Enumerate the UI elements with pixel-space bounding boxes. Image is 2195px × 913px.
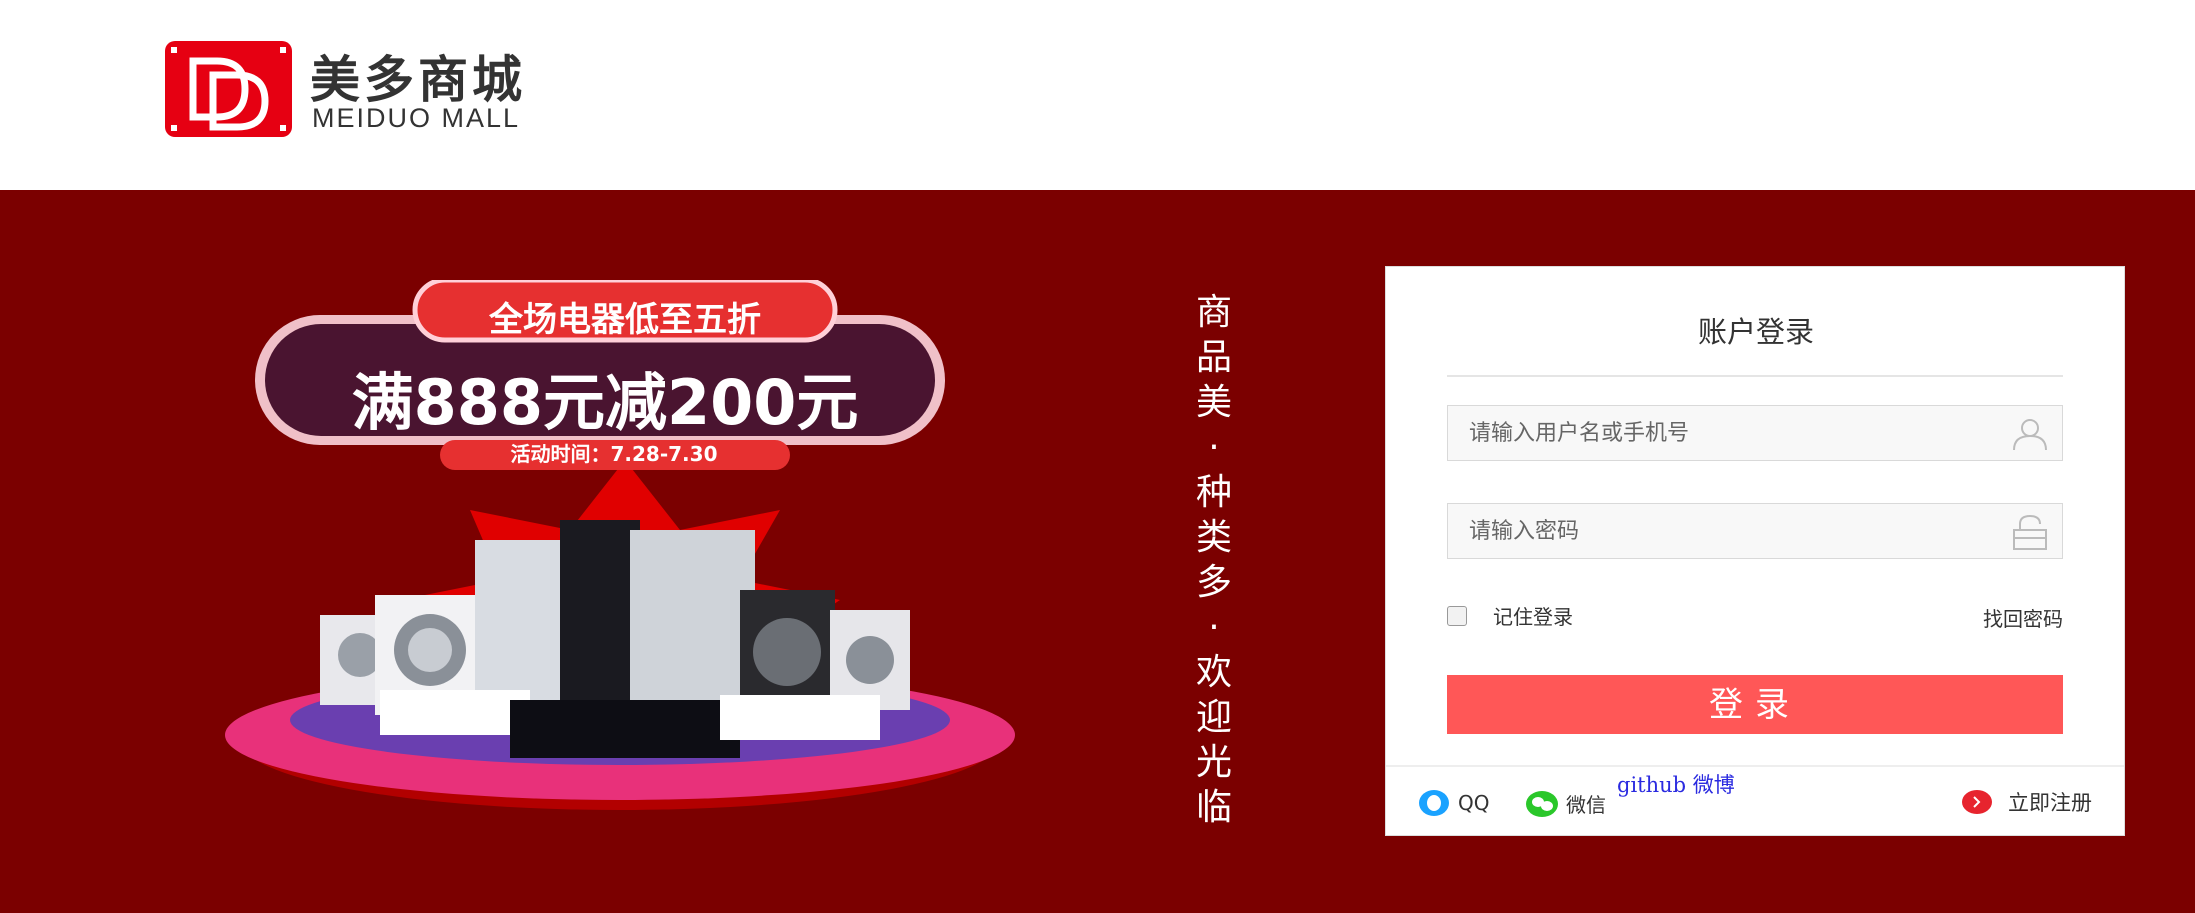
slogan-char: · — [1208, 607, 1220, 648]
site-header: 美多商城 MEIDUO MALL — [0, 0, 2195, 190]
wechat-login-link[interactable]: 微信 — [1526, 789, 1606, 818]
slogan-char: 商 — [1195, 292, 1232, 333]
logo-subtitle: MEIDUO MALL — [312, 103, 521, 133]
password-input[interactable] — [1448, 504, 2008, 558]
slogan-char: 光 — [1195, 742, 1232, 783]
slogan-char: 种 — [1195, 472, 1232, 513]
slogan-vertical: 商 品 美 · 种 类 多 · 欢 迎 光 临 — [1192, 290, 1236, 830]
login-panel: 账户登录 记住登录 找回密码 登录 QQ — [1385, 266, 2125, 836]
register-link[interactable]: 立即注册 — [1962, 787, 2092, 817]
remember-checkbox[interactable] — [1447, 605, 1467, 626]
username-input[interactable] — [1448, 406, 2008, 460]
divider — [1386, 765, 2124, 767]
slogan-char: 欢 — [1195, 652, 1232, 693]
slogan-char: 类 — [1195, 517, 1232, 558]
promo-date-text: 活动时间：7.28-7.30 — [510, 442, 718, 466]
promo-main-text: 满888元减200元 — [351, 366, 859, 439]
github-weibo-link[interactable]: github 微博 — [1617, 769, 1735, 799]
qq-label[interactable]: QQ — [1458, 791, 1489, 815]
password-field[interactable] — [1447, 503, 2063, 559]
wechat-label[interactable]: 微信 — [1566, 789, 1606, 818]
slogan-char: 品 — [1195, 337, 1232, 378]
logo-icon[interactable] — [165, 41, 292, 137]
slogan-char: 迎 — [1195, 697, 1232, 738]
qq-icon — [1419, 790, 1449, 816]
logo-title: 美多商城 — [310, 51, 526, 109]
slogan-char: 临 — [1195, 787, 1232, 828]
remember-login[interactable]: 记住登录 — [1447, 601, 1573, 630]
qq-login-link[interactable]: QQ — [1418, 789, 1489, 817]
arrow-right-icon — [1962, 790, 1992, 814]
username-field[interactable] — [1447, 405, 2063, 461]
promo-banner-image[interactable]: 全场电器低至五折 满888元减200元 活动时间：7.28-7.30 — [220, 280, 1050, 820]
register-label[interactable]: 立即注册 — [2008, 787, 2092, 817]
login-title: 账户登录 — [1697, 315, 1814, 349]
promo-top-text: 全场电器低至五折 — [489, 300, 761, 340]
slogan-char: · — [1208, 427, 1220, 468]
slogan-char: 多 — [1195, 562, 1232, 603]
slogan-char: 美 — [1195, 382, 1232, 423]
lock-icon — [2013, 514, 2047, 550]
user-icon — [2013, 419, 2047, 451]
login-button[interactable]: 登录 — [1447, 675, 2063, 734]
remember-label[interactable]: 记住登录 — [1493, 601, 1573, 630]
wechat-icon — [1526, 790, 1558, 817]
divider — [1447, 375, 2063, 377]
forgot-password-link[interactable]: 找回密码 — [1983, 603, 2063, 632]
